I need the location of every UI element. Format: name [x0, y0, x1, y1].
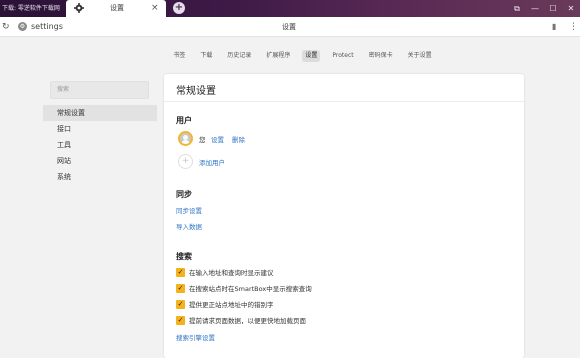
window-controls: ⧉ — ☐ ✕: [508, 0, 580, 17]
nav-downloads[interactable]: 下载: [197, 50, 215, 62]
close-tab-icon[interactable]: ×: [151, 0, 159, 17]
settings-panel: 常规设置 用户 您 设置 删除 + 添加用户 同步 同步设置 导入数据 搜索 ✓…: [164, 74, 524, 358]
option-prefetch[interactable]: ✓ 提前请求页面数据，以便更快地加载页面: [176, 315, 306, 325]
search-engine-settings-link[interactable]: 搜索引擎设置: [176, 332, 215, 342]
checkbox[interactable]: ✓: [176, 315, 185, 325]
checkbox[interactable]: ✓: [176, 267, 185, 277]
reload-icon[interactable]: ↻: [2, 21, 12, 33]
bookmark-icon[interactable]: ▮: [552, 17, 556, 37]
sync-settings-link[interactable]: 同步设置: [176, 205, 202, 215]
user-settings-link[interactable]: 设置: [211, 134, 224, 144]
sync-heading: 同步: [176, 190, 192, 199]
nav-protect[interactable]: Protect: [329, 50, 356, 62]
checkbox[interactable]: ✓: [176, 283, 185, 293]
option-show-suggestions[interactable]: ✓ 在输入地址和查询时显示建议: [176, 267, 274, 277]
users-heading: 用户: [176, 116, 192, 125]
checkbox[interactable]: ✓: [176, 299, 185, 309]
new-tab-button[interactable]: +: [173, 2, 185, 14]
sidebar-item-websites[interactable]: 网站: [43, 153, 157, 169]
nav-extensions[interactable]: 扩展程序: [263, 50, 293, 62]
sidebar-item-system[interactable]: 系统: [43, 169, 157, 185]
tab-download-site[interactable]: 下载: 零逆软件下载网: [0, 0, 66, 17]
avatar-body: [181, 140, 190, 144]
nav-history[interactable]: 历史记录: [224, 50, 254, 62]
minimize-icon[interactable]: —: [526, 0, 544, 17]
address-bar: ↻ ⚙ settings 设置 ▮ ⋮: [0, 17, 580, 37]
nav-about[interactable]: 关于设置: [405, 50, 435, 62]
close-window-icon[interactable]: ✕: [562, 0, 580, 17]
sidebar-list: 常规设置 接口 工具 网站 系统: [43, 105, 157, 185]
restore-window-icon[interactable]: ⧉: [508, 0, 526, 17]
page-title: 设置: [282, 23, 296, 31]
settings-nav: 书签 下载 历史记录 扩展程序 设置 Protect 密码保卡 关于设置: [0, 50, 580, 62]
settings-site-icon: ⚙: [18, 22, 27, 31]
search-heading: 搜索: [176, 252, 192, 261]
sidebar-item-general[interactable]: 常规设置: [43, 105, 157, 121]
option-smartbox-query[interactable]: ✓ 在搜索站点时在SmartBox中显示搜索查询: [176, 283, 312, 293]
panel-title: 常规设置: [176, 86, 216, 97]
nav-bookmarks[interactable]: 书签: [170, 50, 188, 62]
import-data-link[interactable]: 导入数据: [176, 221, 202, 231]
user-remove-link[interactable]: 删除: [232, 134, 245, 144]
user-name: 您: [199, 136, 206, 144]
tab-strip: 下载: 零逆软件下载网 设置 × + ⧉ — ☐ ✕: [0, 0, 580, 17]
option-label: 提供更正站点地址中的错别字: [189, 301, 274, 309]
address-input[interactable]: settings: [31, 17, 63, 37]
add-user-link[interactable]: 添加用户: [199, 157, 225, 167]
option-label: 在输入地址和查询时显示建议: [189, 269, 274, 277]
avatar[interactable]: [178, 131, 193, 146]
maximize-icon[interactable]: ☐: [544, 0, 562, 17]
divider: [164, 101, 524, 102]
nav-passwords[interactable]: 密码保卡: [366, 50, 396, 62]
nav-settings[interactable]: 设置: [302, 50, 321, 62]
tab-title: 设置: [110, 4, 124, 12]
add-user-icon[interactable]: +: [178, 154, 193, 169]
settings-sidebar: 搜索 常规设置 接口 工具 网站 系统: [43, 76, 157, 358]
menu-icon[interactable]: ⋮: [569, 17, 578, 37]
option-typo-correction[interactable]: ✓ 提供更正站点地址中的错别字: [176, 299, 274, 309]
sidebar-item-interface[interactable]: 接口: [43, 121, 157, 137]
gear-icon: [74, 3, 84, 13]
settings-search-input[interactable]: 搜索: [50, 81, 149, 99]
sidebar-item-tools[interactable]: 工具: [43, 137, 157, 153]
tab-settings[interactable]: 设置 ×: [66, 0, 166, 17]
option-label: 在搜索站点时在SmartBox中显示搜索查询: [189, 285, 312, 293]
option-label: 提前请求页面数据，以便更快地加载页面: [189, 317, 306, 325]
